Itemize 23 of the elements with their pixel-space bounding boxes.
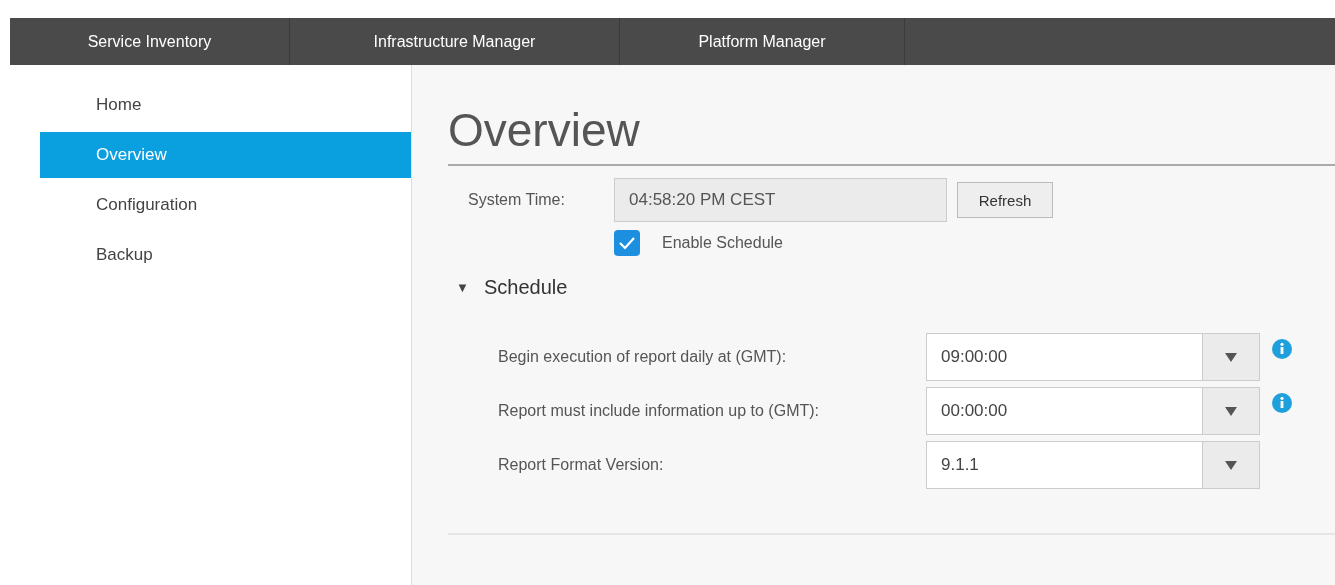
caret-icon [1225,460,1237,470]
info-icon[interactable] [1272,339,1292,359]
sidebar-item[interactable]: Home [40,82,411,128]
time-select[interactable]: 09:00:00 [926,333,1260,381]
sidebar-item[interactable]: Backup [40,232,411,278]
sidebar-item[interactable]: Configuration [40,182,411,228]
page-title: Overview [448,103,641,158]
collapse-toggle[interactable]: ▼ [456,280,484,295]
info-icon[interactable] [1272,393,1292,413]
caret-icon [1225,406,1237,416]
checkbox[interactable] [614,230,640,256]
time-select[interactable]: 00:00:00 [926,387,1260,435]
refresh-button[interactable]: Refresh [957,182,1053,218]
field-label: Report Format Version: [498,456,665,474]
checkbox-label: Enable Schedule [662,234,783,252]
field-label: Report must include information up to (GMT): [498,402,820,420]
check-icon [618,236,636,250]
section-title: Schedule [484,276,568,299]
field-label: System Time: [468,191,566,209]
time-field: 04:58:20 PM CEST [614,178,947,222]
caret-icon [1225,352,1237,362]
time-select[interactable]: 9.1.1 [926,441,1260,489]
field-label: Begin execution of report daily at (GMT): [498,348,788,366]
